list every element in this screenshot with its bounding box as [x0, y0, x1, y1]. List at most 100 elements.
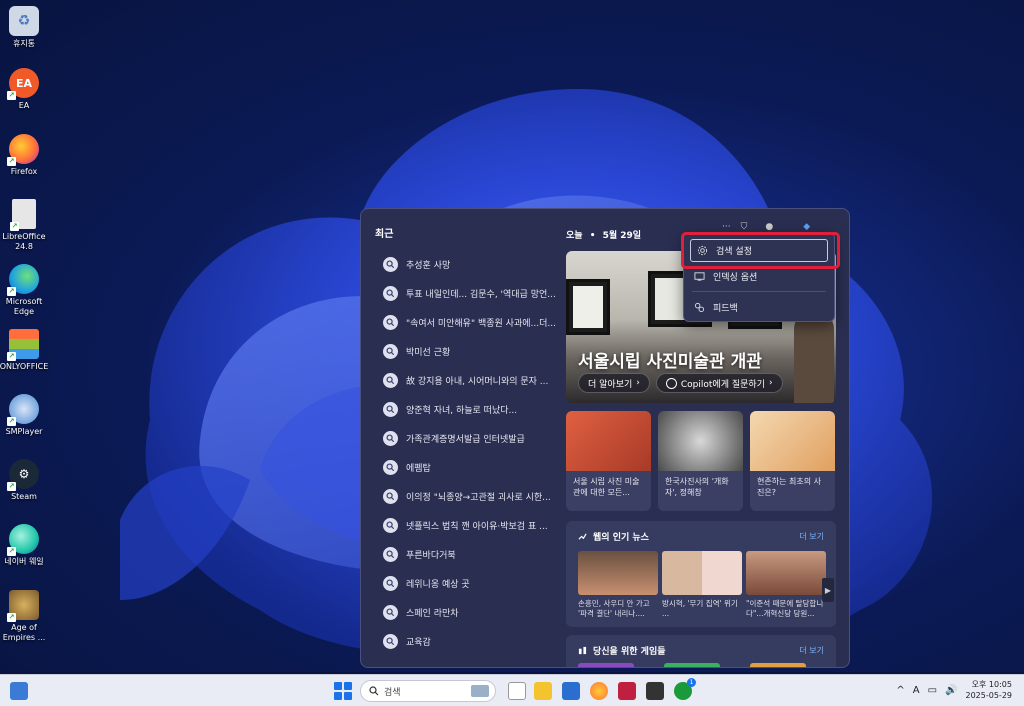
desktop-icon-age-of-empires[interactable]: ↗ Age of Empires ...	[0, 590, 48, 643]
recent-search-text: 가족관계증명서발급 인터넷발급	[406, 435, 525, 445]
search-icon	[383, 547, 398, 562]
recent-search-item[interactable]: 레위니옹 예상 곳	[375, 569, 559, 598]
learn-more-button[interactable]: 더 알아보기 ›	[578, 373, 650, 393]
recent-search-item[interactable]: 故 강지용 아내, 시어머니와의 문자 ...	[375, 366, 559, 395]
news-item[interactable]: "이준석 때문에 탈당합니다"...개혁신당 당원...	[746, 551, 826, 619]
recycle-bin-icon: ♻	[9, 6, 39, 36]
recent-search-item[interactable]: "속여서 미안해유" 백종원 사과에...더...	[375, 308, 559, 337]
news-text: "이준석 때문에 탈당합니다"...개혁신당 당원...	[746, 599, 824, 618]
user-icon[interactable]: ●	[765, 222, 773, 232]
desktop-icon-smplayer[interactable]: ↗ SMPlayer	[0, 394, 48, 437]
desktop-icon-onlyoffice[interactable]: ↗ ONLYOFFICE	[0, 329, 48, 372]
search-icon	[383, 257, 398, 272]
onlyoffice-icon: ↗	[7, 329, 39, 361]
copilot-icon[interactable]: ◆	[803, 222, 810, 232]
desktop-icon-label: LibreOffice 24.8	[2, 232, 46, 251]
desktop-icon-ea[interactable]: EA ↗ EA	[0, 68, 48, 111]
feedback-menu-item[interactable]: 피드백	[684, 293, 834, 321]
highlight-card[interactable]: 서울 시립 사진 미술관에 대한 모든...	[566, 411, 651, 511]
recent-search-text: 푸른바다거북	[406, 551, 456, 561]
search-icon	[383, 286, 398, 301]
recent-search-item[interactable]: 교육감	[375, 627, 559, 656]
desktop-icon-label: Age of Empires ...	[2, 623, 46, 642]
game-tile[interactable]	[664, 663, 720, 667]
recent-search-item[interactable]: 에펨탑	[375, 453, 559, 482]
ask-copilot-button[interactable]: Copilot에게 질문하기 ›	[655, 373, 783, 393]
news-image	[578, 551, 658, 595]
desktop-icon-edge[interactable]: ↗ Microsoft Edge	[0, 264, 48, 317]
recent-search-text: "속여서 미안해유" 백종원 사과에...더...	[406, 319, 556, 329]
panel-top-icons: ··· ⛉ ● ◆	[722, 222, 810, 232]
recent-search-item[interactable]: 가족관계증명서발급 인터넷발급	[375, 424, 559, 453]
recent-search-text: 스페인 라만차	[406, 609, 459, 619]
card-text: 한국사진사의 '개화자', 정해창	[665, 477, 729, 497]
trending-more-link[interactable]: 더 보기	[799, 531, 824, 542]
recent-search-item[interactable]: 넷플릭스 법칙 깬 아이유·박보검 표 ...	[375, 511, 559, 540]
search-placeholder: 검색	[384, 687, 401, 698]
more-icon[interactable]: ···	[722, 222, 731, 232]
trending-news-title: 웹의 인기 뉴스	[593, 533, 649, 543]
network-icon[interactable]: ▭	[928, 685, 937, 696]
games-more-link[interactable]: 더 보기	[799, 645, 824, 656]
desktop-icon-whale[interactable]: ↗ 네이버 웨일	[0, 524, 48, 567]
recent-search-item[interactable]: 투표 내일인데... 김문수, '역대급 망언...	[375, 279, 559, 308]
games-icon	[578, 646, 587, 655]
ime-indicator[interactable]: A	[913, 685, 920, 696]
search-icon	[383, 576, 398, 591]
firefox-icon: ↗	[7, 134, 39, 166]
recent-search-item[interactable]: 스페인 라만차	[375, 598, 559, 627]
desktop-icon-label: 휴지통	[12, 39, 36, 48]
terminal-icon[interactable]	[646, 682, 664, 700]
achievement-icon[interactable]: ⛉	[741, 222, 748, 232]
recent-search-item[interactable]: 푸른바다거북	[375, 540, 559, 569]
trending-icon	[578, 533, 587, 540]
ea-icon: EA ↗	[7, 68, 39, 100]
clock-date: 2025-05-29	[965, 691, 1013, 700]
smplayer-icon: ↗	[7, 394, 39, 426]
game-tile[interactable]	[578, 663, 634, 667]
news-item[interactable]: 손흥민, 사우디 안 가고 '파격 결단' 내리나....	[578, 551, 658, 619]
game-tile[interactable]	[750, 663, 806, 667]
recent-search-text: 故 강지용 아내, 시어머니와의 문자 ...	[406, 377, 549, 387]
file-explorer-icon[interactable]	[534, 682, 552, 700]
recent-search-item[interactable]: 추성훈 사망	[375, 250, 559, 279]
store-icon[interactable]	[562, 682, 580, 700]
firefox-taskbar-icon[interactable]	[590, 682, 608, 700]
edge-icon: ↗	[7, 264, 39, 296]
news-image	[662, 551, 742, 595]
recent-search-item[interactable]: 이의정 "뇌종양→고관절 괴사로 시한...	[375, 482, 559, 511]
taskbar: 검색 1 ^ A ▭ 🔊 오후 10:05 2025-05-29	[0, 674, 1024, 706]
steam-icon: ⚙ ↗	[7, 459, 39, 491]
taskbar-search-box[interactable]: 검색	[360, 680, 496, 702]
system-tray: ^ A ▭ 🔊 오후 10:05 2025-05-29	[896, 679, 1012, 701]
recent-search-item[interactable]: 박미선 근황	[375, 337, 559, 366]
chevron-up-icon[interactable]: ^	[896, 685, 904, 696]
volume-icon[interactable]: 🔊	[945, 685, 957, 696]
search-icon	[383, 402, 398, 417]
news-next-arrow[interactable]: ▶	[822, 578, 834, 602]
desktop-icon-steam[interactable]: ⚙ ↗ Steam	[0, 459, 48, 502]
recent-search-text: 투표 내일인데... 김문수, '역대급 망언...	[406, 290, 556, 300]
news-image	[746, 551, 826, 595]
widgets-icon[interactable]	[10, 682, 28, 700]
desktop-icon-libreoffice[interactable]: ↗ LibreOffice 24.8	[0, 199, 48, 252]
highlight-card[interactable]: 현존하는 최초의 사진은?	[750, 411, 835, 511]
desktop-icon-firefox[interactable]: ↗ Firefox	[0, 134, 48, 177]
app-taskbar-icon[interactable]	[618, 682, 636, 700]
trending-news: 웹의 인기 뉴스 더 보기 손흥민, 사우디 안 가고 '파격 결단' 내리나.…	[566, 521, 836, 627]
copilot-chat-icon	[665, 377, 677, 389]
clock[interactable]: 오후 10:05 2025-05-29	[966, 679, 1013, 701]
recent-search-item[interactable]: 양준혁 자녀, 하늘로 떠났다...	[375, 395, 559, 424]
task-view-icon[interactable]	[508, 682, 526, 700]
photo-frame	[566, 279, 610, 335]
recent-search-text: 이의정 "뇌종양→고관절 괴사로 시한...	[406, 493, 551, 503]
news-item[interactable]: 방시혁, '무기 집역' 위기 ...	[662, 551, 742, 619]
highlight-card[interactable]: 한국사진사의 '개화자', 정해창	[658, 411, 743, 511]
start-button[interactable]	[334, 682, 352, 700]
search-highlight-icon	[471, 685, 489, 697]
card-text: 현존하는 최초의 사진은?	[757, 477, 821, 497]
search-icon	[383, 605, 398, 620]
xbox-icon[interactable]: 1	[674, 678, 696, 700]
desktop-icon-recycle-bin[interactable]: ♻ 휴지통	[0, 6, 48, 49]
hero-title: 서울시립 사진미술관 개관	[578, 352, 762, 372]
